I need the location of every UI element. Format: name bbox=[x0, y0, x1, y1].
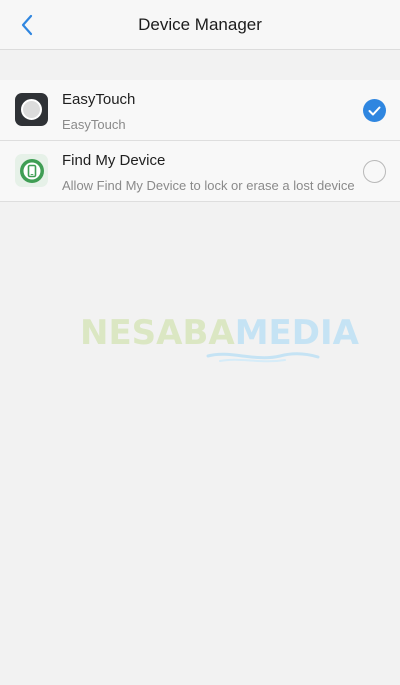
item-subtitle: EasyTouch bbox=[62, 117, 126, 132]
list-item-find-my-device[interactable]: Find My Device Allow Find My Device to l… bbox=[0, 141, 400, 202]
watermark-wave-icon bbox=[206, 352, 320, 363]
back-button[interactable] bbox=[12, 10, 42, 40]
chevron-left-icon bbox=[21, 14, 33, 36]
watermark-logo: NESABAMEDIA bbox=[80, 312, 359, 372]
list-item-easytouch[interactable]: EasyTouch EasyTouch bbox=[0, 80, 400, 141]
item-subtitle: Allow Find My Device to lock or erase a … bbox=[62, 178, 355, 193]
page-title: Device Manager bbox=[138, 15, 262, 34]
checkmark-icon bbox=[368, 106, 381, 115]
watermark-part-2: MEDIA bbox=[234, 313, 359, 353]
header-bar: Device Manager bbox=[0, 0, 400, 50]
disabled-checkbox[interactable] bbox=[363, 160, 386, 183]
item-title: EasyTouch bbox=[62, 91, 136, 108]
easytouch-app-icon bbox=[15, 93, 48, 126]
device-admin-list: EasyTouch EasyTouch Find My Device Allow… bbox=[0, 80, 400, 202]
find-my-device-app-icon bbox=[15, 154, 48, 187]
enabled-checkbox[interactable] bbox=[363, 99, 386, 122]
watermark-part-1: NESABA bbox=[80, 313, 235, 353]
item-title: Find My Device bbox=[62, 152, 166, 169]
